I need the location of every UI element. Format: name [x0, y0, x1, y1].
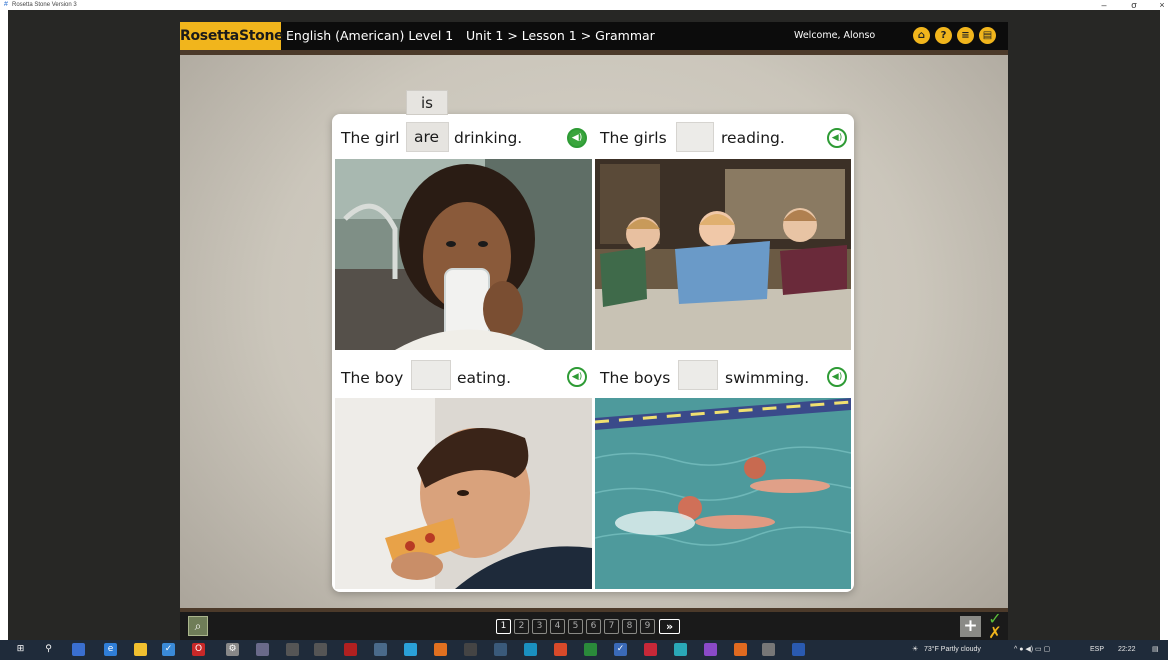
audio-speaker-icon-2[interactable]: ◀)	[827, 128, 847, 148]
app-icon-1[interactable]	[256, 643, 269, 656]
weather-icon[interactable]: ☀	[912, 640, 918, 660]
page-button-1[interactable]: 1	[496, 619, 511, 634]
sentence-3-subject: The boy	[341, 369, 404, 387]
app-icon-13[interactable]: ✓	[614, 643, 627, 656]
page-button-8[interactable]: 8	[622, 619, 637, 634]
app-icon-6[interactable]	[404, 643, 417, 656]
chat-icon[interactable]: ▤	[979, 27, 996, 44]
page-button-7[interactable]: 7	[604, 619, 619, 634]
app-icon-4[interactable]	[344, 643, 357, 656]
welcome-text: Welcome, Alonso	[794, 30, 876, 41]
answer-slot-1-text: are	[414, 128, 440, 146]
app-icon-17[interactable]	[734, 643, 747, 656]
edge-icon[interactable]: e	[104, 643, 117, 656]
sentence-1-subject: The girl	[341, 129, 400, 147]
sentence-2-rest: reading.	[721, 129, 785, 147]
audio-speaker-icon-4[interactable]: ◀)	[827, 367, 847, 387]
score-toggle[interactable]: ✓ ✗	[986, 611, 1004, 642]
minimize-button[interactable]: –	[1098, 0, 1110, 10]
app-icon: #	[4, 1, 8, 8]
app-icon-3[interactable]	[314, 643, 327, 656]
app-icon-7[interactable]	[434, 643, 447, 656]
start-icon[interactable]: ⊞	[14, 643, 27, 656]
photo-boys-swimming	[595, 398, 851, 589]
answer-slot-2[interactable]	[676, 122, 714, 152]
app-icon-16[interactable]	[704, 643, 717, 656]
home-icon[interactable]: ⌂	[913, 27, 930, 44]
page-button-3[interactable]: 3	[532, 619, 547, 634]
footer-rim	[180, 608, 1008, 612]
answer-slot-1[interactable]: are	[406, 122, 449, 152]
top-navigation-bar: RosettaStone English (American) Level 1 …	[180, 22, 1008, 50]
sentence-1-rest: drinking.	[454, 129, 523, 147]
taskview-icon[interactable]	[72, 643, 85, 656]
help-icon[interactable]: ?	[935, 27, 952, 44]
notification-icon[interactable]: ▤	[1152, 640, 1159, 660]
page-button-4[interactable]: 4	[550, 619, 565, 634]
files-icon[interactable]	[134, 643, 147, 656]
page-button-5[interactable]: 5	[568, 619, 583, 634]
rosetta-taskbar-icon[interactable]	[792, 643, 805, 656]
weather-status[interactable]: 73°F Partly cloudy	[924, 640, 981, 660]
photo-girl-drinking	[335, 159, 592, 350]
menu-icon[interactable]: ≡	[957, 27, 974, 44]
opera-icon[interactable]: O	[192, 643, 205, 656]
app-icon-18[interactable]	[762, 643, 775, 656]
answer-slot-3[interactable]	[411, 360, 451, 390]
sentence-4-subject: The boys	[600, 369, 671, 387]
todo-icon[interactable]: ✓	[162, 643, 175, 656]
rosetta-stone-logo: RosettaStone	[180, 22, 284, 50]
magnify-icon[interactable]: ⌕	[188, 616, 208, 636]
plus-icon[interactable]: +	[960, 616, 981, 637]
app-icon-14[interactable]	[644, 643, 657, 656]
header-rim	[180, 50, 1008, 55]
sentence-4-rest: swimming.	[725, 369, 810, 387]
audio-speaker-icon-3[interactable]: ◀)	[567, 367, 587, 387]
breadcrumb[interactable]: Unit 1 > Lesson 1 > Grammar	[466, 22, 655, 50]
app-icon-11[interactable]	[554, 643, 567, 656]
search-icon[interactable]: ⚲	[42, 643, 55, 656]
page-button-9[interactable]: 9	[640, 619, 655, 634]
app-icon-10[interactable]	[524, 643, 537, 656]
app-icon-9[interactable]	[494, 643, 507, 656]
app-icon-5[interactable]	[374, 643, 387, 656]
page-button-2[interactable]: 2	[514, 619, 529, 634]
exercise-card: The girl are drinking. ◀) The girls read…	[332, 114, 854, 592]
audio-speaker-icon-1[interactable]: ◀)	[567, 128, 587, 148]
app-icon-2[interactable]	[286, 643, 299, 656]
app-icon-8[interactable]	[464, 643, 477, 656]
course-title: English (American) Level 1	[286, 28, 454, 43]
settings-icon[interactable]: ⚙	[226, 643, 239, 656]
next-page-button[interactable]: »	[659, 619, 680, 634]
window-titlebar: # Rosetta Stone Version 3 – σ ×	[0, 0, 1168, 10]
page-button-6[interactable]: 6	[586, 619, 601, 634]
app-icon-15[interactable]	[674, 643, 687, 656]
close-button[interactable]: ×	[1156, 0, 1168, 10]
photo-boy-eating	[335, 398, 592, 589]
window-title: Rosetta Stone Version 3	[12, 2, 77, 8]
language-indicator[interactable]: ESP	[1090, 640, 1104, 660]
clock[interactable]: 22:22	[1118, 640, 1136, 660]
bottom-toolbar: ⌕ 1 2 3 4 5 6 7 8 9 » + ✓ ✗	[180, 608, 1008, 642]
sentence-3-rest: eating.	[457, 369, 512, 387]
sentence-2-subject: The girls	[600, 129, 667, 147]
app-icon-12[interactable]	[584, 643, 597, 656]
tray-icons[interactable]: ^ ● ◀) ▭ ▢	[1014, 640, 1050, 660]
cross-icon: ✗	[988, 623, 1002, 642]
option-chip-is[interactable]: is	[406, 90, 448, 115]
answer-slot-4[interactable]	[678, 360, 718, 390]
maximize-button[interactable]: σ	[1128, 0, 1140, 10]
windows-taskbar: ⊞ ⚲ e ✓ O ⚙ ✓ ☀ 73°F Partly cloudy ^ ● ◀…	[0, 640, 1168, 660]
photo-girls-reading	[595, 159, 851, 350]
